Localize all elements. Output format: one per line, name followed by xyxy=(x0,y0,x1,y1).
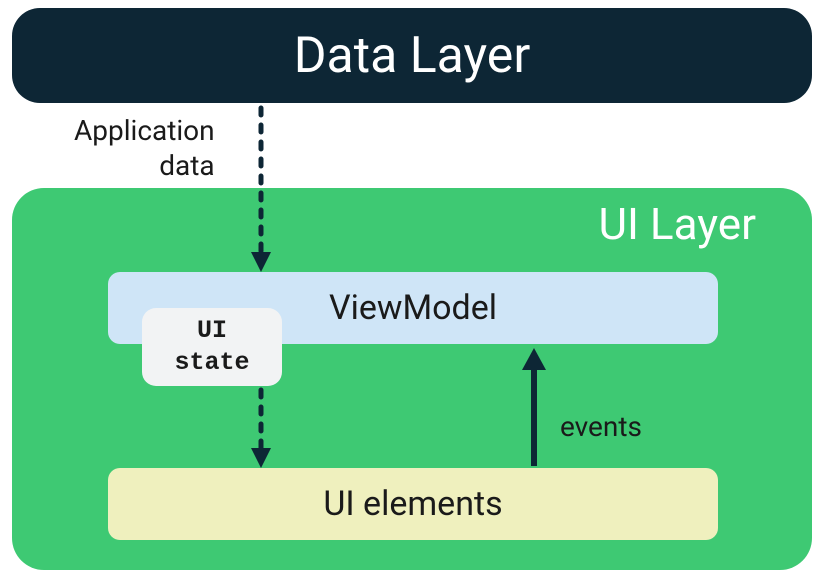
ui-layer-label: UI Layer xyxy=(598,198,756,250)
ui-elements-box: UI elements xyxy=(108,468,718,540)
data-layer-label: Data Layer xyxy=(294,27,531,85)
events-label: events xyxy=(560,410,642,443)
viewmodel-label: ViewModel xyxy=(329,288,497,328)
ui-state-label: UIstate xyxy=(174,315,249,380)
application-data-label: Applicationdata xyxy=(74,113,215,183)
data-layer-box: Data Layer xyxy=(12,8,812,103)
ui-state-box: UIstate xyxy=(142,308,282,386)
ui-elements-label: UI elements xyxy=(323,484,502,524)
